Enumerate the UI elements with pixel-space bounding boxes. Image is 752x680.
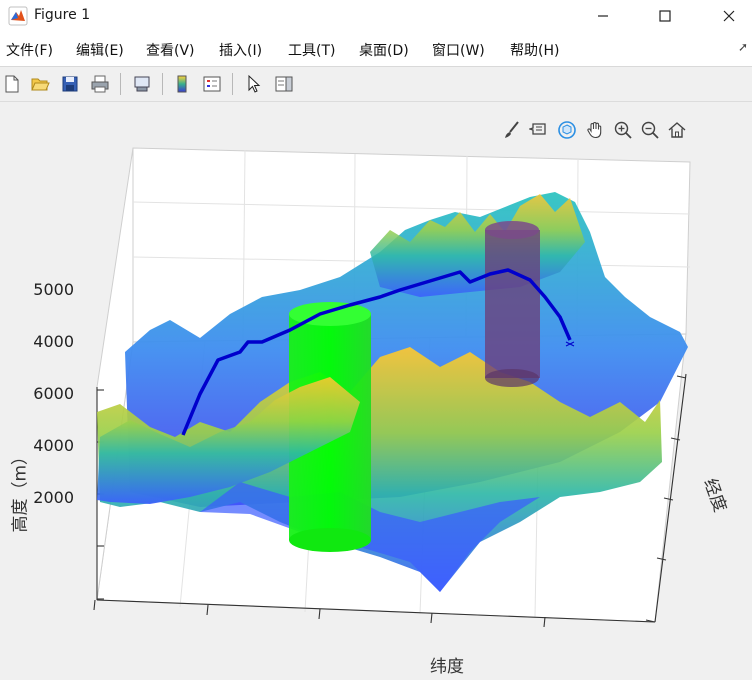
- z-tick-label: 6000: [33, 384, 74, 403]
- edit-plot-arrow-icon: [248, 74, 261, 93]
- insert-legend-icon: [203, 76, 221, 92]
- menu-insert[interactable]: 插入(I): [219, 40, 262, 60]
- save-icon: [62, 76, 78, 92]
- matlab-logo-icon: [8, 6, 28, 26]
- obstacle-cylinder-purple: [485, 221, 540, 387]
- maximize-button[interactable]: [642, 0, 688, 32]
- minimize-button[interactable]: [580, 0, 626, 32]
- z-tick-label: 5000: [33, 280, 74, 299]
- x-axis-label: 纬度: [430, 657, 464, 677]
- figure-toolbar: [0, 67, 752, 102]
- insert-legend-button[interactable]: [200, 72, 224, 96]
- plot-3d-axes[interactable]: [0, 102, 752, 680]
- toolbar-separator: [162, 73, 163, 95]
- maximize-icon: [659, 10, 671, 22]
- menu-desktop[interactable]: 桌面(D): [359, 40, 409, 60]
- link-plot-button[interactable]: [130, 72, 154, 96]
- link-plot-icon: [134, 76, 150, 92]
- menu-edit[interactable]: 编辑(E): [76, 40, 124, 60]
- menu-view[interactable]: 查看(V): [146, 40, 195, 60]
- print-icon: [91, 75, 109, 93]
- print-button[interactable]: [88, 72, 112, 96]
- menu-tools[interactable]: 工具(T): [288, 40, 335, 60]
- new-figure-icon: [5, 75, 19, 93]
- z-tick-label: 4000: [33, 332, 74, 351]
- menu-file[interactable]: 文件(F): [6, 40, 53, 60]
- minimize-icon: [598, 15, 608, 17]
- insert-colorbar-icon: [177, 75, 187, 93]
- open-file-button[interactable]: [28, 72, 52, 96]
- title-bar: Figure 1: [0, 0, 752, 32]
- close-icon: [723, 10, 735, 22]
- new-figure-button[interactable]: [0, 72, 24, 96]
- open-file-icon: [31, 78, 50, 91]
- dock-pin-icon[interactable]: ➚: [738, 40, 748, 54]
- insert-colorbar-button[interactable]: [170, 72, 194, 96]
- toolbar-separator: [120, 73, 121, 95]
- z-axis-label: 高度（m）: [10, 447, 31, 533]
- edit-plot-button[interactable]: [242, 72, 266, 96]
- toolbar-separator: [232, 73, 233, 95]
- menu-bar: 文件(F) 编辑(E) 查看(V) 插入(I) 工具(T) 桌面(D) 窗口(W…: [0, 32, 752, 67]
- window-title: Figure 1: [34, 7, 91, 23]
- menu-help[interactable]: 帮助(H): [510, 40, 559, 60]
- close-button[interactable]: [706, 0, 752, 32]
- property-inspector-button[interactable]: [272, 72, 296, 96]
- show-property-inspector-icon: [275, 76, 293, 92]
- menu-window[interactable]: 窗口(W): [432, 40, 485, 60]
- save-button[interactable]: [58, 72, 82, 96]
